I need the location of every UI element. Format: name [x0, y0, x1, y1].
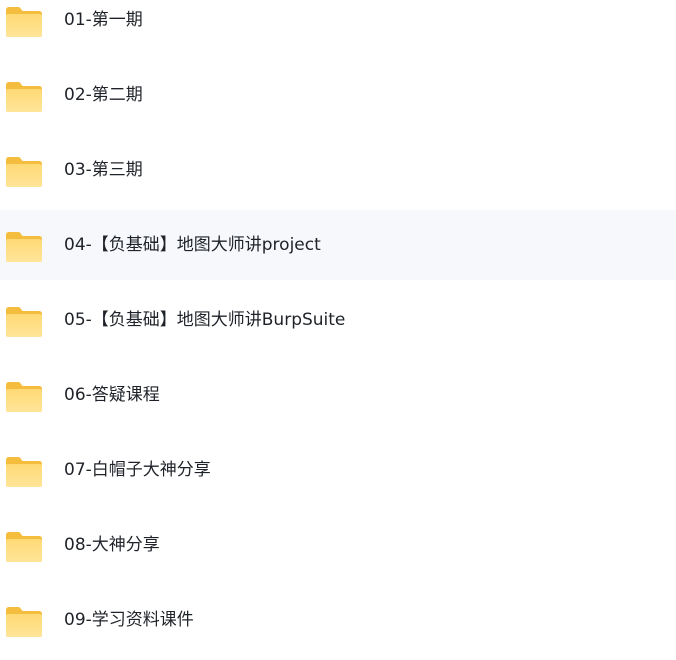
folder-name: 02-第二期	[64, 85, 143, 105]
folder-row[interactable]: 03-第三期	[0, 135, 676, 205]
folder-icon	[4, 380, 44, 414]
folder-name: 05-【负基础】地图大师讲BurpSuite	[64, 310, 346, 330]
folder-name: 01-第一期	[64, 10, 143, 30]
file-list: 01-第一期 02-第二期 03-第三期 04-【负基础】地图大师讲projec…	[0, 0, 676, 660]
folder-name: 07-白帽子大神分享	[64, 460, 211, 480]
folder-icon	[4, 305, 44, 339]
folder-row[interactable]: 05-【负基础】地图大师讲BurpSuite	[0, 285, 676, 355]
folder-name: 04-【负基础】地图大师讲project	[64, 235, 321, 255]
folder-row[interactable]: 02-第二期	[0, 60, 676, 130]
folder-icon	[4, 155, 44, 189]
folder-icon	[4, 455, 44, 489]
folder-row[interactable]: 09-学习资料课件	[0, 585, 676, 655]
folder-name: 09-学习资料课件	[64, 610, 194, 630]
folder-row[interactable]: 08-大神分享	[0, 510, 676, 580]
folder-icon	[4, 80, 44, 114]
folder-row[interactable]: 04-【负基础】地图大师讲project	[0, 210, 676, 280]
folder-icon	[4, 530, 44, 564]
folder-name: 06-答疑课程	[64, 385, 160, 405]
folder-name: 08-大神分享	[64, 535, 160, 555]
folder-icon	[4, 605, 44, 639]
folder-row[interactable]: 06-答疑课程	[0, 360, 676, 430]
folder-row[interactable]: 01-第一期	[0, 0, 676, 55]
folder-name: 03-第三期	[64, 160, 143, 180]
folder-icon	[4, 230, 44, 264]
folder-icon	[4, 5, 44, 39]
folder-row[interactable]: 07-白帽子大神分享	[0, 435, 676, 505]
